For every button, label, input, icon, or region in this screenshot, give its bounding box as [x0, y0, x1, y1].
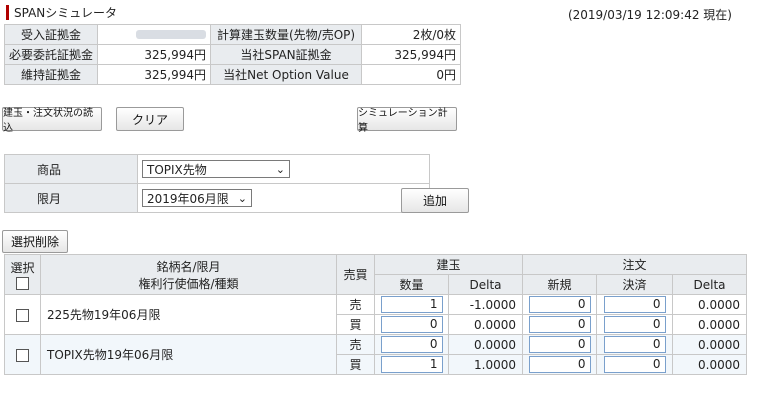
chevron-down-icon: ⌄: [275, 162, 285, 176]
row-select-checkbox[interactable]: [16, 348, 29, 362]
select-header: 選択: [4, 254, 41, 295]
simulate-button[interactable]: シミュレーション計算: [357, 107, 457, 134]
side-header: 売買: [336, 254, 375, 295]
order-delta: 0.0000: [672, 294, 748, 315]
order-delta: 0.0000: [672, 334, 748, 355]
masked-value: [136, 29, 207, 39]
position-delta: 0.0000: [447, 334, 524, 355]
month-select-value: 2019年06月限: [147, 191, 229, 206]
page-header: SPANシミュレータ: [6, 4, 117, 20]
received-margin-value: [97, 24, 212, 45]
side-buy: 買: [336, 354, 375, 375]
product-form: 商品 TOPIX先物 ⌄ 限月 2019年06月限 ⌄: [4, 154, 430, 213]
required-margin-label: 必要委託証拠金: [3, 44, 99, 65]
position-delta: 1.0000: [447, 354, 524, 375]
title-accent-bar: [6, 4, 9, 20]
net-option-value: 0円: [361, 64, 462, 85]
side-sell: 売: [336, 294, 375, 315]
instrument-name: 225先物19年06月限: [40, 294, 337, 335]
settle-header: 決済: [596, 274, 674, 295]
position-header: 建玉: [373, 254, 524, 275]
product-select[interactable]: TOPIX先物 ⌄: [142, 160, 290, 178]
timestamp: (2019/03/19 12:09:42 現在): [567, 8, 732, 22]
order-new-input[interactable]: 0: [528, 296, 591, 313]
order-delta: 0.0000: [672, 354, 748, 375]
name-header-line1: 銘柄名/限月: [156, 259, 221, 274]
order-settle-input[interactable]: 0: [603, 356, 666, 373]
qty-header: 数量: [374, 274, 449, 295]
position-qty-input[interactable]: 1: [380, 296, 443, 313]
delta-header: Delta: [447, 274, 524, 295]
name-header: 銘柄名/限月 権利行使価格/種類: [40, 254, 337, 295]
maintenance-margin-value: 325,994円: [97, 64, 212, 85]
product-select-value: TOPIX先物: [147, 162, 207, 177]
side-sell: 売: [336, 334, 375, 355]
chevron-down-icon: ⌄: [237, 191, 247, 205]
position-delta: 0.0000: [447, 314, 524, 335]
select-all-checkbox[interactable]: [16, 277, 29, 290]
order-new-input[interactable]: 0: [528, 356, 591, 373]
select-header-label: 選択: [10, 261, 35, 275]
row-select-checkbox[interactable]: [16, 308, 29, 322]
order-settle-input[interactable]: 0: [603, 336, 666, 353]
delete-selected-button[interactable]: 選択削除: [2, 230, 68, 253]
page-title: SPANシミュレータ: [14, 5, 118, 20]
name-header-line2: 権利行使価格/種類: [138, 276, 239, 291]
positions-table: 選択 銘柄名/限月 権利行使価格/種類 売買 建玉 注文 数量 Delta 新規…: [4, 254, 748, 375]
received-margin-label: 受入証拠金: [3, 24, 99, 45]
net-option-label: 当社Net Option Value: [210, 64, 363, 85]
month-label: 限月: [4, 183, 138, 213]
position-delta: -1.0000: [447, 294, 524, 315]
maintenance-margin-label: 維持証拠金: [3, 64, 99, 85]
order-settle-input[interactable]: 0: [603, 296, 666, 313]
required-margin-value: 325,994円: [97, 44, 212, 65]
clear-button[interactable]: クリア: [116, 107, 184, 131]
order-delta: 0.0000: [672, 314, 748, 335]
order-new-input[interactable]: 0: [528, 336, 591, 353]
new-header: 新規: [522, 274, 598, 295]
calc-qty-value: 2枚/0枚: [361, 24, 462, 45]
product-label: 商品: [4, 154, 138, 184]
margin-summary-table: 受入証拠金 計算建玉数量(先物/売OP) 2枚/0枚 必要委託証拠金 325,9…: [3, 24, 462, 85]
span-margin-label: 当社SPAN証拠金: [210, 44, 363, 65]
order-header: 注文: [522, 254, 748, 275]
add-button[interactable]: 追加: [401, 188, 469, 213]
instrument-name: TOPIX先物19年06月限: [40, 334, 337, 375]
position-qty-input[interactable]: 0: [380, 316, 443, 333]
order-settle-input[interactable]: 0: [603, 316, 666, 333]
span-margin-value: 325,994円: [361, 44, 462, 65]
calc-qty-label: 計算建玉数量(先物/売OP): [210, 24, 363, 45]
order-new-input[interactable]: 0: [528, 316, 591, 333]
order-delta-header: Delta: [672, 274, 748, 295]
month-select[interactable]: 2019年06月限 ⌄: [142, 189, 252, 207]
position-qty-input[interactable]: 1: [380, 356, 443, 373]
table-row: 225先物19年06月限 売 1 -1.0000 0 0 0.0000: [4, 294, 748, 335]
load-positions-button[interactable]: 建玉・注文状況の読込: [2, 107, 102, 134]
position-qty-input[interactable]: 0: [380, 336, 443, 353]
side-buy: 買: [336, 314, 375, 335]
table-row: TOPIX先物19年06月限 売 0 0.0000 0 0 0.0000: [4, 334, 748, 375]
